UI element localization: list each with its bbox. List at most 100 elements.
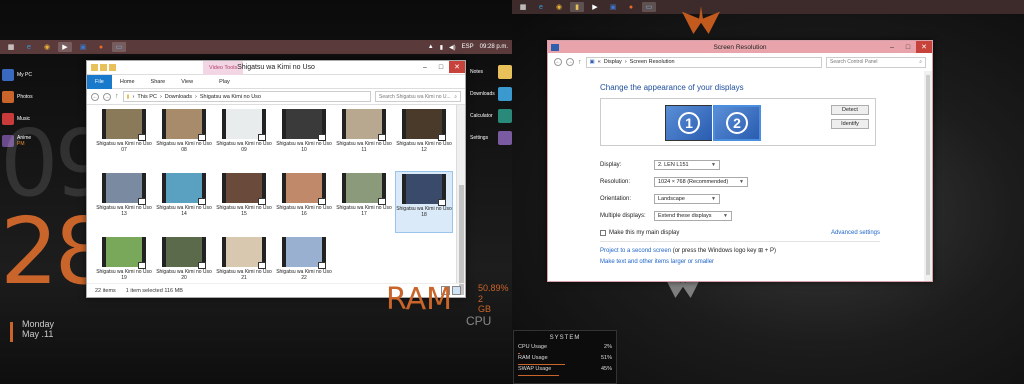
- tab-file[interactable]: File: [87, 74, 112, 89]
- chrome-icon[interactable]: ◉: [552, 2, 566, 12]
- breadcrumb-item[interactable]: Shigatsu wa Kimi no Uso: [200, 94, 261, 100]
- tab-view[interactable]: View: [173, 75, 201, 89]
- scrollbar-thumb[interactable]: [459, 185, 464, 295]
- video-file-item[interactable]: Shigatsu wa Kimi no Uso 14: [155, 171, 213, 233]
- close-icon[interactable]: ✕: [449, 61, 465, 73]
- media-player-icon[interactable]: ▶: [58, 42, 72, 52]
- language-indicator[interactable]: ESP: [462, 44, 474, 50]
- forward-icon[interactable]: →: [103, 92, 111, 101]
- ie-icon[interactable]: e: [22, 42, 36, 52]
- orientation-select[interactable]: Landscape ▼: [654, 193, 720, 204]
- video-file-item[interactable]: Shigatsu wa Kimi no Uso 09: [215, 107, 273, 169]
- launcher-calculator[interactable]: Calculator: [470, 106, 512, 126]
- display-row: Display: 2. LEN L151 ▼: [600, 156, 880, 173]
- divider: [600, 241, 880, 242]
- video-file-item[interactable]: Shigatsu wa Kimi no Uso 18: [395, 171, 453, 233]
- breadcrumb-item[interactable]: Screen Resolution: [630, 59, 675, 65]
- desktop-icon-photos[interactable]: Photos: [2, 88, 42, 106]
- back-icon[interactable]: ←: [91, 92, 99, 101]
- tab-play[interactable]: Play: [211, 75, 238, 89]
- video-thumbnail: [102, 109, 146, 141]
- monitor-tile-2[interactable]: 2: [712, 104, 762, 142]
- firefox-icon[interactable]: ●: [624, 2, 638, 12]
- start-icon[interactable]: ▦: [4, 42, 18, 52]
- file-name: Shigatsu wa Kimi no Uso 09: [216, 141, 272, 153]
- firefox-icon[interactable]: ●: [94, 42, 108, 52]
- video-file-item[interactable]: Shigatsu wa Kimi no Uso 10: [275, 107, 333, 169]
- vertical-scrollbar[interactable]: [456, 105, 465, 295]
- video-file-item[interactable]: Shigatsu wa Kimi no Uso 07: [95, 107, 153, 169]
- media-player-icon[interactable]: ▶: [588, 2, 602, 12]
- sr-titlebar[interactable]: Screen Resolution – □ ✕: [548, 41, 932, 53]
- store-icon[interactable]: ▣: [606, 2, 620, 12]
- tab-home[interactable]: Home: [112, 75, 143, 89]
- minimize-icon[interactable]: –: [884, 41, 900, 53]
- launcher-settings[interactable]: Settings: [470, 128, 512, 148]
- breadcrumb-item[interactable]: Downloads: [165, 94, 192, 100]
- project-row: Project to a second screen (or press the…: [600, 247, 880, 254]
- tab-share[interactable]: Share: [143, 75, 174, 89]
- main-display-checkbox[interactable]: [600, 230, 606, 236]
- search-placeholder: Search Shigatsu wa Kimi no U...: [379, 93, 451, 100]
- video-file-item[interactable]: Shigatsu wa Kimi no Uso 11: [335, 107, 393, 169]
- text-size-link[interactable]: Make text and other items larger or smal…: [600, 259, 880, 265]
- cpu-label: CPU: [466, 314, 492, 328]
- up-icon[interactable]: ↑: [578, 59, 582, 66]
- video-file-item[interactable]: Shigatsu wa Kimi no Uso 12: [395, 107, 453, 169]
- thumbnail-view-icon[interactable]: [452, 286, 461, 295]
- explorer-titlebar[interactable]: Video Tools Shigatsu wa Kimi no Uso – □ …: [87, 61, 465, 75]
- detect-button[interactable]: Detect: [831, 105, 869, 115]
- usage-bar: [518, 375, 559, 376]
- calculator-icon: [498, 109, 512, 123]
- desktop-icon-mypc[interactable]: My PC: [2, 66, 42, 84]
- close-icon[interactable]: ✕: [916, 41, 932, 53]
- monitor-tile-1[interactable]: 1: [665, 105, 713, 141]
- settings-icon: [498, 131, 512, 145]
- display-settings-icon[interactable]: ▭: [112, 42, 126, 52]
- resolution-select[interactable]: 1024 × 768 (Recommended) ▼: [654, 176, 748, 187]
- address-bar[interactable]: ▣ « Display › Screen Resolution: [585, 56, 822, 68]
- explorer-icon[interactable]: ▮: [570, 2, 584, 12]
- search-input[interactable]: Search Control Panel ⌕: [826, 56, 926, 68]
- video-file-item[interactable]: Shigatsu wa Kimi no Uso 17: [335, 171, 393, 233]
- display-select[interactable]: 2. LEN L151 ▼: [654, 159, 720, 170]
- launcher-notes[interactable]: Notes: [470, 62, 512, 82]
- project-link[interactable]: Project to a second screen: [600, 248, 671, 254]
- display-settings-icon[interactable]: ▭: [642, 2, 656, 12]
- maximize-icon[interactable]: □: [433, 61, 449, 73]
- video-file-item[interactable]: Shigatsu wa Kimi no Uso 16: [275, 171, 333, 233]
- scrollbar-thumb[interactable]: [926, 75, 930, 275]
- store-icon[interactable]: ▣: [76, 42, 90, 52]
- forward-icon[interactable]: →: [566, 58, 574, 66]
- maximize-icon[interactable]: □: [900, 41, 916, 53]
- video-file-item[interactable]: Shigatsu wa Kimi no Uso 13: [95, 171, 153, 233]
- network-icon[interactable]: ▮: [440, 44, 443, 51]
- sr-body: Change the appearance of your displays 1…: [548, 71, 932, 281]
- ie-icon[interactable]: e: [534, 2, 548, 12]
- identify-button[interactable]: Identify: [831, 119, 869, 129]
- address-bar[interactable]: ▮ › This PC › Downloads › Shigatsu wa Ki…: [122, 91, 371, 102]
- advanced-settings-link[interactable]: Advanced settings: [831, 230, 880, 236]
- tray-expand-icon[interactable]: ▲: [428, 44, 434, 50]
- video-file-item[interactable]: Shigatsu wa Kimi no Uso 15: [215, 171, 273, 233]
- video-file-icon: [438, 134, 446, 141]
- launcher-downloads[interactable]: Downloads: [470, 84, 512, 104]
- taskbar-clock[interactable]: 09:28 p.m.: [480, 44, 508, 50]
- usage-label: RAM Usage: [518, 355, 548, 361]
- video-file-item[interactable]: Shigatsu wa Kimi no Uso 08: [155, 107, 213, 169]
- explorer-window: Video Tools Shigatsu wa Kimi no Uso – □ …: [86, 60, 466, 298]
- breadcrumb-item[interactable]: Display: [604, 59, 622, 65]
- start-icon[interactable]: ▦: [516, 2, 530, 12]
- up-icon[interactable]: ↑: [115, 93, 119, 100]
- vertical-scrollbar[interactable]: [924, 71, 932, 281]
- video-thumbnail: [282, 109, 326, 141]
- breadcrumb-item[interactable]: This PC: [137, 94, 157, 100]
- back-icon[interactable]: ←: [554, 58, 562, 66]
- volume-icon[interactable]: ◀): [449, 44, 456, 51]
- multiple-displays-select[interactable]: Extend these displays ▼: [654, 210, 732, 221]
- file-name: Shigatsu wa Kimi no Uso 07: [96, 141, 152, 153]
- search-input[interactable]: Search Shigatsu wa Kimi no U... ⌕: [375, 91, 461, 102]
- minimize-icon[interactable]: –: [417, 61, 433, 73]
- file-grid: Shigatsu wa Kimi no Uso 07 Shigatsu wa Ki…: [87, 105, 455, 283]
- chrome-icon[interactable]: ◉: [40, 42, 54, 52]
